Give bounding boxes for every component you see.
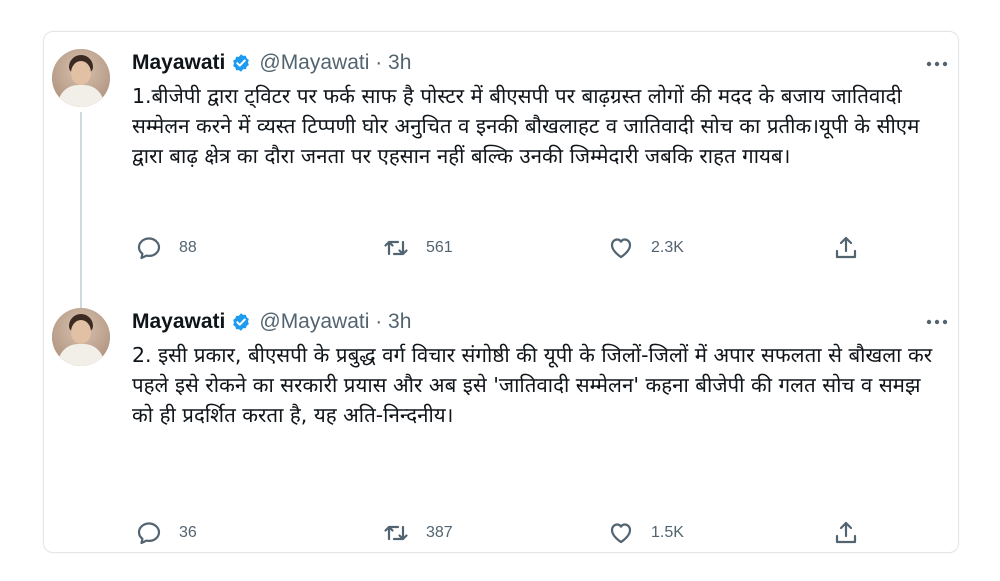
like-button[interactable]: 2.3K	[607, 233, 684, 263]
reply-count: 88	[179, 239, 197, 256]
verified-badge-icon	[231, 53, 251, 73]
retweet-icon	[384, 240, 408, 256]
reply-button[interactable]: 36	[135, 518, 197, 548]
like-button[interactable]: 1.5K	[607, 518, 684, 548]
tweet[interactable]: Mayawati @Mayawati · 3h 1.बीजेपी द्वारा …	[44, 32, 958, 302]
tweet-text: 2. इसी प्रकार, बीएसपी के प्रबुद्ध वर्ग व…	[132, 343, 933, 427]
verified-badge-icon	[231, 312, 251, 332]
share-icon	[835, 236, 857, 259]
retweet-icon	[384, 525, 408, 541]
share-button[interactable]	[832, 233, 860, 263]
author-handle-timestamp[interactable]: @Mayawati · 3h	[259, 310, 411, 334]
share-icon	[835, 521, 857, 544]
share-button[interactable]	[832, 518, 860, 548]
retweet-count: 561	[426, 239, 453, 256]
retweet-count: 387	[426, 524, 453, 541]
tweet-actions: 88 561 2.3K	[132, 233, 857, 263]
retweet-button[interactable]: 387	[382, 518, 453, 548]
reply-button[interactable]: 88	[135, 233, 197, 263]
tweet-thread-card: Mayawati @Mayawati · 3h 1.बीजेपी द्वारा …	[43, 31, 959, 553]
retweet-button[interactable]: 561	[382, 233, 453, 263]
tweet[interactable]: Mayawati @Mayawati · 3h 2. इसी प्रकार, ब…	[44, 302, 958, 552]
tweet-text: 1.बीजेपी द्वारा ट्विटर पर फर्क साफ है पो…	[132, 84, 920, 168]
author-name[interactable]: Mayawati	[132, 51, 225, 75]
reply-icon	[137, 522, 161, 545]
author-name[interactable]: Mayawati	[132, 310, 225, 334]
avatar[interactable]	[52, 308, 110, 366]
like-icon	[610, 238, 632, 259]
tweet-actions: 36 387 1.5K	[132, 518, 857, 548]
like-count: 2.3K	[651, 239, 684, 256]
more-options-icon[interactable]	[924, 312, 950, 332]
more-options-icon[interactable]	[924, 54, 950, 74]
like-count: 1.5K	[651, 524, 684, 541]
tweet-header: Mayawati @Mayawati · 3h	[132, 49, 411, 77]
like-icon	[610, 523, 632, 544]
reply-count: 36	[179, 524, 197, 541]
author-handle-timestamp[interactable]: @Mayawati · 3h	[259, 51, 411, 75]
tweet-header: Mayawati @Mayawati · 3h	[132, 308, 411, 336]
avatar[interactable]	[52, 49, 110, 107]
reply-icon	[137, 237, 161, 260]
